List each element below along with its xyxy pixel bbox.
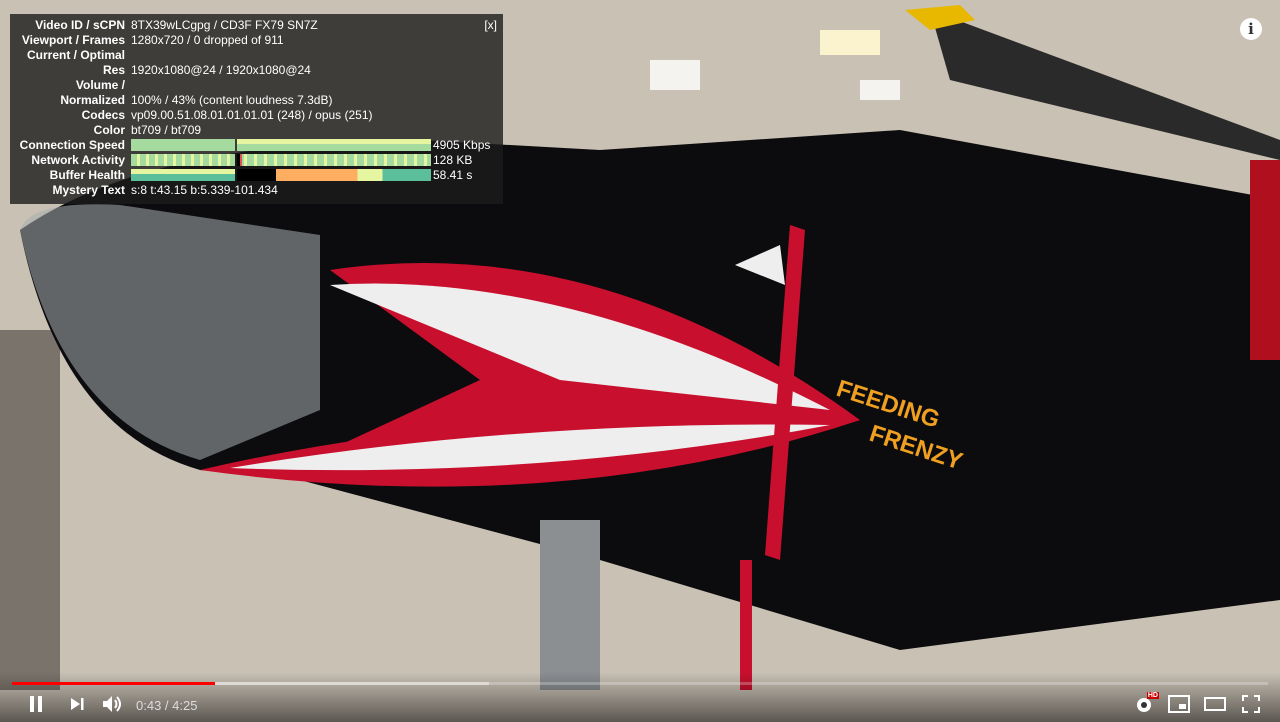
- theater-icon: [1204, 697, 1226, 711]
- stat-label: Network Activity: [31, 153, 125, 167]
- stat-value: 4905 Kbps: [433, 138, 491, 152]
- stat-row: Normalized 100% / 43% (content loudness 7…: [16, 93, 497, 108]
- next-button[interactable]: [64, 690, 90, 718]
- stat-row: Res 1920x1080@24 / 1920x1080@24: [16, 63, 497, 78]
- hd-badge: HD: [1146, 692, 1159, 699]
- stat-row: Codecs vp09.00.51.08.01.01.01.01 (248) / …: [16, 108, 497, 123]
- time-separator: /: [161, 698, 173, 713]
- stat-label: Codecs: [81, 108, 125, 122]
- stat-label: Buffer Health: [49, 168, 125, 182]
- time-display: 0:43 / 4:25: [136, 698, 197, 713]
- stat-row: Video ID / sCPN 8TX39wLCgpg / CD3F FX79 S…: [16, 18, 497, 33]
- theater-mode-button[interactable]: [1202, 690, 1228, 718]
- stat-row-connection-speed: Connection Speed 4905 Kbps: [16, 138, 497, 153]
- network-activity-graph: [131, 154, 431, 166]
- pause-button[interactable]: [22, 690, 50, 718]
- stat-row: Current / Optimal: [16, 48, 497, 63]
- played-bar: [12, 682, 216, 685]
- current-time: 0:43: [136, 698, 162, 713]
- stat-label: Volume /: [75, 78, 125, 92]
- stat-value: s:8 t:43.15 b:5.339-101.434: [131, 183, 278, 197]
- stat-value: 58.41 s: [433, 168, 473, 182]
- stat-label: Mystery Text: [52, 183, 125, 197]
- progress-bar[interactable]: [12, 682, 1268, 685]
- stats-for-nerds-panel: [x] Video ID / sCPN 8TX39wLCgpg / CD3F FX…: [10, 14, 503, 204]
- stat-row: Volume /: [16, 78, 497, 93]
- connection-speed-graph: [131, 139, 431, 151]
- stat-value: 8TX39wLCgpg / CD3F FX79 SN7Z: [131, 18, 318, 32]
- buffer-health-graph: [131, 169, 431, 181]
- stat-value: [131, 78, 497, 93]
- stat-label: Current / Optimal: [26, 48, 125, 62]
- stat-row: Viewport / Frames 1280x720 / 0 dropped of…: [16, 33, 497, 48]
- stat-label: Color: [93, 123, 125, 137]
- stat-value: 1920x1080@24 / 1920x1080@24: [131, 63, 311, 77]
- stat-value: vp09.00.51.08.01.01.01.01 (248) / opus (…: [131, 108, 373, 122]
- miniplayer-icon: [1168, 695, 1190, 713]
- info-button[interactable]: i: [1240, 18, 1262, 40]
- duration: 4:25: [172, 698, 198, 713]
- volume-icon: [103, 696, 121, 712]
- stat-label: Connection Speed: [19, 138, 125, 152]
- fullscreen-icon: [1242, 695, 1260, 713]
- stat-label: Video ID / sCPN: [35, 18, 125, 32]
- next-icon: [71, 698, 84, 710]
- stats-close-button[interactable]: [x]: [484, 18, 497, 32]
- stat-value: [131, 48, 497, 63]
- stat-row-mystery-text: Mystery Text s:8 t:43.15 b:5.339-101.434: [16, 183, 497, 198]
- miniplayer-button[interactable]: [1166, 690, 1192, 718]
- mute-button[interactable]: [98, 690, 126, 718]
- stat-label: Viewport / Frames: [21, 33, 125, 47]
- stat-row: Color bt709 / bt709: [16, 123, 497, 138]
- player-controls: 0:43 / 4:25 HD: [0, 672, 1280, 722]
- stat-label: Normalized: [60, 93, 125, 107]
- stat-value: 100% / 43% (content loudness 7.3dB): [131, 93, 333, 107]
- stat-value: bt709 / bt709: [131, 123, 202, 137]
- pause-icon: [30, 696, 42, 712]
- stat-row-network-activity: Network Activity 128 KB: [16, 153, 497, 168]
- stat-label: Res: [102, 63, 125, 77]
- fullscreen-button[interactable]: [1238, 690, 1264, 718]
- settings-button[interactable]: HD: [1131, 690, 1161, 718]
- stat-row-buffer-health: Buffer Health 58.41 s: [16, 168, 497, 183]
- stat-value: 1280x720 / 0 dropped of 911: [131, 33, 284, 47]
- stat-value: 128 KB: [433, 153, 473, 167]
